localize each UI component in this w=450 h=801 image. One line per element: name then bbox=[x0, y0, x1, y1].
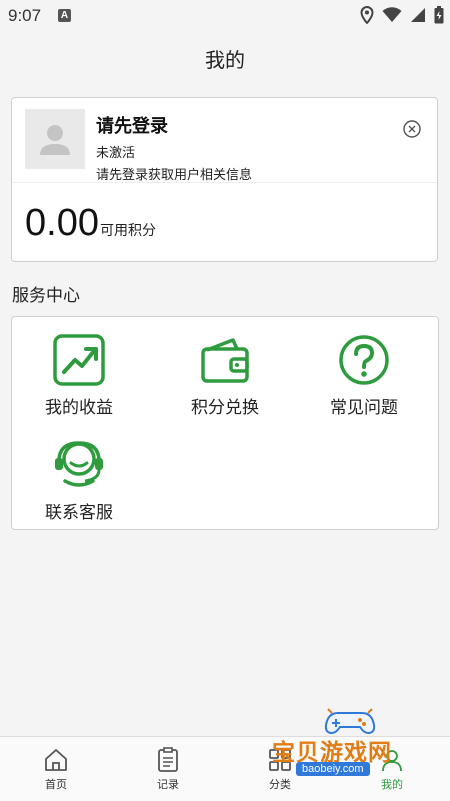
watermark: 宝贝游戏网 baobeiy.com bbox=[272, 703, 444, 785]
service-center-title: 服务中心 bbox=[12, 286, 80, 306]
tab-home[interactable]: 首页 bbox=[0, 737, 112, 801]
record-icon bbox=[158, 747, 178, 772]
status-time: 9:07 bbox=[8, 6, 42, 25]
points-label: 可用积分 bbox=[99, 223, 156, 239]
earnings-chart-icon bbox=[53, 334, 105, 386]
service-points-exchange[interactable]: 积分兑换 bbox=[155, 332, 295, 418]
home-icon bbox=[45, 749, 67, 771]
wifi-icon bbox=[382, 7, 402, 22]
tab-records[interactable]: 记录 bbox=[112, 737, 224, 801]
card-divider bbox=[12, 182, 437, 183]
headset-icon bbox=[55, 441, 103, 487]
status-bar: 9:07 A bbox=[0, 0, 450, 32]
location-icon bbox=[360, 6, 374, 24]
activation-status: 未激活 bbox=[96, 146, 136, 161]
service-faq[interactable]: 常见问题 bbox=[294, 332, 434, 418]
service-my-earnings[interactable]: 我的收益 bbox=[9, 332, 149, 418]
tab-label: 记录 bbox=[157, 778, 179, 791]
wallet-icon bbox=[201, 338, 249, 383]
user-name[interactable]: 请先登录 bbox=[96, 112, 168, 138]
service-label: 积分兑换 bbox=[191, 398, 259, 418]
points-value: 0.00 bbox=[25, 202, 99, 244]
service-label: 联系客服 bbox=[45, 503, 113, 523]
question-icon bbox=[339, 335, 389, 385]
battery-icon bbox=[434, 6, 444, 24]
service-label: 常见问题 bbox=[330, 398, 398, 418]
tab-label: 首页 bbox=[45, 778, 67, 791]
signal-icon bbox=[411, 8, 425, 22]
login-hint: 请先登录获取用户相关信息 bbox=[96, 168, 253, 183]
service-label: 我的收益 bbox=[45, 398, 113, 418]
watermark-url: baobeiy.com bbox=[296, 762, 370, 776]
page-title: 我的 bbox=[205, 48, 245, 72]
service-grid: 我的收益 积分兑换 常见问题 联系客服 bbox=[11, 316, 439, 530]
default-user-icon bbox=[40, 125, 70, 155]
avatar[interactable] bbox=[25, 109, 85, 169]
status-icons bbox=[360, 6, 444, 24]
points-display: 0.00 可用积分 bbox=[25, 202, 156, 245]
close-icon[interactable] bbox=[402, 119, 422, 139]
service-contact-support[interactable]: 联系客服 bbox=[9, 437, 149, 523]
notification-badge: A bbox=[58, 9, 71, 22]
user-card[interactable]: 请先登录 未激活 请先登录获取用户相关信息 0.00 可用积分 bbox=[11, 97, 438, 262]
